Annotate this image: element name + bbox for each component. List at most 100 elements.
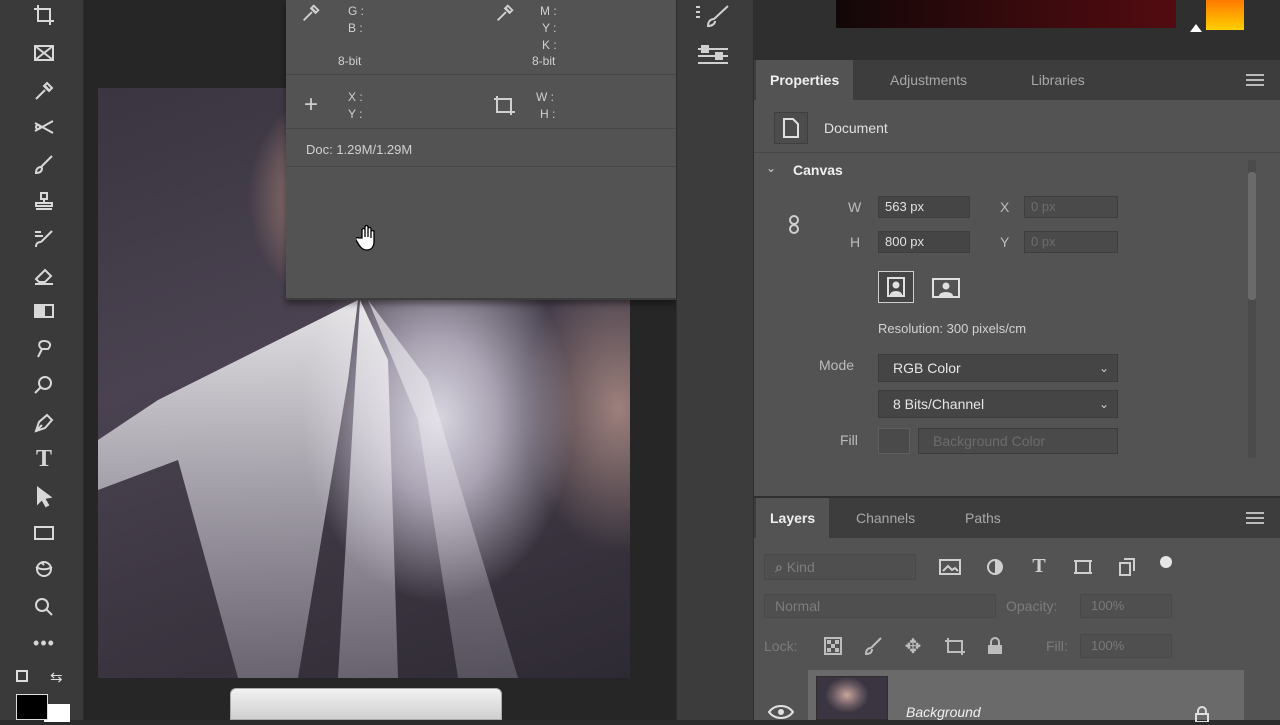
opacity-field[interactable]: 100% <box>1080 594 1172 618</box>
scroll-thumb[interactable] <box>1248 172 1256 300</box>
panel-menu-icon[interactable] <box>1246 74 1264 86</box>
properties-tabbar: Properties Adjustments Libraries <box>754 60 1280 100</box>
filter-toggle-icon[interactable] <box>1160 556 1172 568</box>
brush-icon[interactable] <box>26 150 62 180</box>
lock-pixels-icon[interactable] <box>862 636 884 656</box>
chevron-down-icon: ⌄ <box>1098 397 1109 411</box>
lock-all-icon[interactable] <box>984 636 1006 656</box>
crop-icon[interactable] <box>26 0 62 30</box>
3d-rotate-icon[interactable] <box>26 554 62 584</box>
info-m-label: M : <box>540 4 557 18</box>
layer-lock-icon <box>1194 706 1210 723</box>
adjustments-sliders-icon[interactable] <box>693 42 733 70</box>
tab-properties[interactable]: Properties <box>756 60 854 100</box>
blend-mode-select[interactable]: Normal <box>764 594 996 618</box>
pen-icon[interactable] <box>26 408 62 438</box>
mode-label: Mode <box>819 357 855 373</box>
more-tools-icon[interactable]: ••• <box>26 628 62 658</box>
y-field[interactable]: 0 px <box>1024 231 1118 253</box>
info-bit-right: 8-bit <box>532 54 556 68</box>
default-colors-icon[interactable] <box>16 670 28 682</box>
color-field[interactable] <box>836 0 1176 28</box>
info-w-label: W : <box>536 90 554 104</box>
stamp-icon[interactable] <box>26 186 62 216</box>
layer-filter-input[interactable]: ⌕ Kind <box>764 554 916 580</box>
fill-field[interactable]: 100% <box>1080 634 1172 658</box>
divider <box>286 166 676 167</box>
fill-label: Fill <box>840 432 858 448</box>
hue-slider[interactable] <box>1206 0 1244 30</box>
fill-select[interactable]: Background Color <box>918 428 1118 454</box>
landscape-orientation-button[interactable] <box>928 274 964 302</box>
tab-libraries[interactable]: Libraries <box>1031 60 1085 100</box>
type-filter-icon[interactable]: T <box>1028 555 1050 577</box>
foreground-color-swatch[interactable] <box>16 694 48 720</box>
layer-row-background[interactable]: Background <box>808 670 1244 723</box>
visibility-eye-icon[interactable] <box>768 704 794 720</box>
x-field[interactable]: 0 px <box>1024 196 1118 218</box>
height-field[interactable]: 800 px <box>878 231 970 253</box>
resolution-text: Resolution: 300 pixels/cm <box>878 321 1027 336</box>
tab-layers[interactable]: Layers <box>756 498 830 538</box>
fill-color-swatch[interactable] <box>878 428 910 454</box>
lock-artboard-icon[interactable] <box>944 636 966 656</box>
search-icon: ⌕ <box>775 559 787 575</box>
info-y-label: Y : <box>542 21 557 35</box>
lock-transparency-icon[interactable] <box>822 636 844 656</box>
path-select-icon[interactable] <box>26 482 62 512</box>
canvas-scrollbar[interactable] <box>230 688 502 720</box>
divider <box>286 74 676 75</box>
history-brush-icon[interactable] <box>26 224 62 254</box>
layer-name[interactable]: Background <box>906 704 981 720</box>
pixel-filter-icon[interactable] <box>938 556 962 578</box>
tab-paths[interactable]: Paths <box>965 498 1001 538</box>
shape-filter-icon[interactable] <box>1072 556 1094 578</box>
tab-channels[interactable]: Channels <box>856 498 915 538</box>
info-y2-label: Y : <box>348 107 363 121</box>
blur-icon[interactable] <box>26 334 62 364</box>
info-h-label: H : <box>540 107 556 121</box>
collapsed-panel-dock <box>676 0 754 720</box>
width-label: W <box>848 199 862 215</box>
healing-icon[interactable] <box>26 112 62 142</box>
color-swatches[interactable]: ⇆ <box>14 668 74 722</box>
mode-value: RGB Color <box>893 360 961 376</box>
y-label: Y <box>1000 234 1010 250</box>
panel-menu-icon[interactable] <box>1246 512 1264 524</box>
mode-select[interactable]: RGB Color ⌄ <box>878 354 1118 382</box>
tab-adjustments[interactable]: Adjustments <box>890 60 967 100</box>
width-field[interactable]: 563 px <box>878 196 970 218</box>
document-icon <box>774 112 808 144</box>
link-dimensions-icon[interactable] <box>784 214 806 236</box>
layer-thumbnail <box>816 676 888 720</box>
chevron-down-icon: ⌄ <box>1098 361 1109 375</box>
eyedropper-icon[interactable] <box>26 76 62 106</box>
zoom-icon[interactable] <box>26 592 62 622</box>
rectangle-icon[interactable] <box>26 518 62 548</box>
bit-depth-value: 8 Bits/Channel <box>893 396 985 412</box>
swap-colors-icon[interactable]: ⇆ <box>50 668 63 686</box>
lock-label: Lock: <box>764 638 798 654</box>
eyedropper-cmyk-icon <box>492 2 518 24</box>
hue-marker <box>1190 24 1202 32</box>
info-bit-left: 8-bit <box>338 54 362 68</box>
bit-depth-select[interactable]: 8 Bits/Channel ⌄ <box>878 390 1118 418</box>
adjustment-filter-icon[interactable] <box>984 556 1006 578</box>
type-icon[interactable]: T <box>26 444 62 474</box>
brush-settings-icon[interactable] <box>693 2 733 30</box>
portrait-orientation-button[interactable] <box>878 271 914 303</box>
lock-position-icon[interactable]: ✥ <box>902 635 924 658</box>
eraser-icon[interactable] <box>26 260 62 290</box>
divider <box>286 128 676 129</box>
tools-panel: T ••• ⇆ <box>0 0 84 722</box>
gradient-icon[interactable] <box>26 296 62 326</box>
fill-label: Fill: <box>1046 638 1068 654</box>
dodge-icon[interactable] <box>26 370 62 400</box>
kind-placeholder: Kind <box>786 559 815 575</box>
properties-scrollbar[interactable] <box>1248 160 1256 458</box>
canvas-section-title[interactable]: Canvas <box>793 162 843 178</box>
smart-object-filter-icon[interactable] <box>1116 556 1138 578</box>
properties-panel: Properties Adjustments Libraries Documen… <box>754 60 1280 496</box>
chevron-down-icon[interactable]: ⌄ <box>766 161 776 175</box>
frame-icon[interactable] <box>26 38 62 68</box>
